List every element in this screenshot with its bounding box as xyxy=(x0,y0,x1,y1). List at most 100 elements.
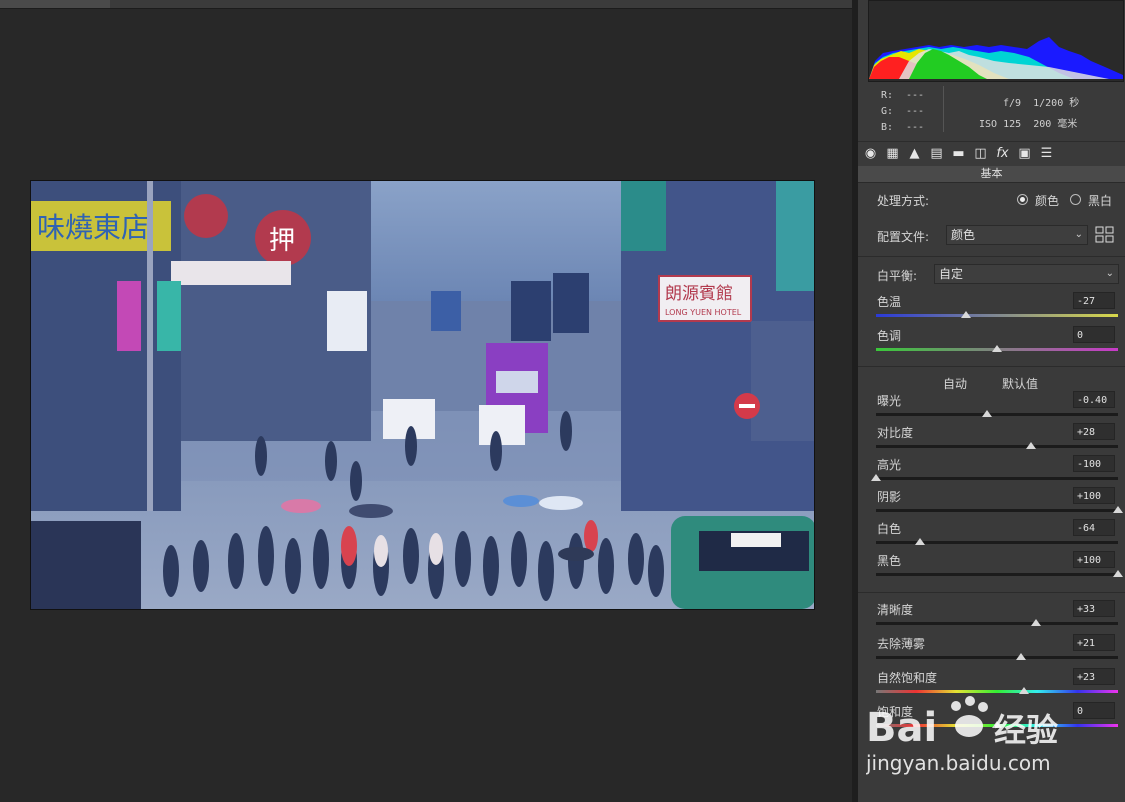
chevron-down-icon: ⌄ xyxy=(1105,268,1114,279)
contrast-slider-thumb[interactable] xyxy=(1025,442,1036,449)
section-divider xyxy=(858,592,1125,593)
whites-value-field[interactable]: -64 xyxy=(1073,519,1115,536)
blacks-value-field[interactable]: +100 xyxy=(1073,551,1115,568)
section-divider xyxy=(858,256,1125,257)
whites-slider-thumb[interactable] xyxy=(914,538,925,545)
profile-browser-icon[interactable] xyxy=(1095,225,1115,245)
highlights-label: 高光 xyxy=(877,458,902,472)
exposure-label: 曝光 xyxy=(877,394,902,408)
blacks-label: 黑色 xyxy=(877,554,902,568)
aperture: f/9 xyxy=(1003,98,1022,109)
default-link[interactable]: 默认值 xyxy=(1002,375,1038,392)
watermark-brand-2: 经验 xyxy=(994,711,1058,749)
white-balance-select[interactable]: 自定 ⌄ xyxy=(934,264,1119,284)
white-balance-value: 自定 xyxy=(939,267,964,281)
photo-preview[interactable]: 味燒東店 押 朗源賓館 LONG YUEN HOTEL xyxy=(30,180,815,610)
contrast-value-field[interactable]: +28 xyxy=(1073,423,1115,440)
sign-text-3: 朗源賓館 xyxy=(665,284,733,304)
tint-label: 色调 xyxy=(877,329,902,343)
readout-divider xyxy=(943,86,944,132)
basic-icon[interactable]: ◉ xyxy=(862,145,879,162)
sign-text-1: 味燒東店 xyxy=(37,211,149,244)
treatment-bw-label[interactable]: 黑白 xyxy=(1088,192,1112,209)
treatment-color-label[interactable]: 颜色 xyxy=(1035,192,1059,209)
iso: ISO 125 xyxy=(979,119,1022,130)
dehaze-label: 去除薄雾 xyxy=(877,637,926,651)
split-toning-icon[interactable]: ▬ xyxy=(950,145,967,162)
camera-calibration-icon[interactable]: ▣ xyxy=(1016,145,1033,162)
highlights-slider-track[interactable] xyxy=(876,477,1118,480)
highlights-value-field[interactable]: -100 xyxy=(1073,455,1115,472)
temp-slider-thumb[interactable] xyxy=(960,311,971,318)
temp-value-field[interactable]: -27 xyxy=(1073,292,1115,309)
document-tab-bar xyxy=(0,0,852,9)
camera-raw-panel: R: --- G: --- B: --- f/9 1/200 秒 ISO 125… xyxy=(858,0,1125,802)
contrast-slider-track[interactable] xyxy=(876,445,1118,448)
clarity-value-field[interactable]: +33 xyxy=(1073,600,1115,617)
tab-title: 基本 xyxy=(858,166,1125,183)
dehaze-value-field[interactable]: +21 xyxy=(1073,634,1115,651)
temp-slider-track[interactable] xyxy=(876,314,1118,317)
dehaze-slider-track[interactable] xyxy=(876,656,1118,659)
section-divider xyxy=(858,366,1125,367)
treatment-bw-radio[interactable] xyxy=(1070,194,1081,205)
hsl-icon[interactable]: ▤ xyxy=(928,145,945,162)
pixel-readout: R: --- G: --- B: --- f/9 1/200 秒 ISO 125… xyxy=(858,84,1125,136)
clarity-slider-track[interactable] xyxy=(876,622,1118,625)
presets-icon[interactable]: ☰ xyxy=(1038,145,1055,162)
lens-corrections-icon[interactable]: ◫ xyxy=(972,145,989,162)
white-balance-label: 白平衡: xyxy=(877,269,918,283)
sign-text-4: LONG YUEN HOTEL xyxy=(665,308,742,317)
exposure-value-field[interactable]: -0.40 xyxy=(1073,391,1115,408)
clarity-label: 清晰度 xyxy=(877,603,914,617)
highlights-slider-thumb[interactable] xyxy=(871,474,881,481)
tint-value-field[interactable]: 0 xyxy=(1073,326,1115,343)
iso-focal: ISO 125 200 毫米 xyxy=(979,115,1077,130)
whites-slider-track[interactable] xyxy=(876,541,1118,544)
sign-text-2: 押 xyxy=(269,226,295,256)
vibrance-value-field[interactable]: +23 xyxy=(1073,668,1115,685)
b-label: B: xyxy=(881,122,894,133)
chevron-down-icon: ⌄ xyxy=(1074,229,1083,240)
street-scene-image: 味燒東店 押 朗源賓館 LONG YUEN HOTEL xyxy=(31,181,814,609)
effects-icon[interactable]: fx xyxy=(994,145,1011,162)
temp-label: 色温 xyxy=(877,295,902,309)
whites-label: 白色 xyxy=(877,522,902,536)
saturation-value-field[interactable]: 0 xyxy=(1073,702,1115,719)
paw-icon xyxy=(951,696,988,737)
g-label: G: xyxy=(881,106,894,117)
vibrance-label: 自然饱和度 xyxy=(877,671,938,685)
shadows-value-field[interactable]: +100 xyxy=(1073,487,1115,504)
shadows-slider-track[interactable] xyxy=(876,509,1118,512)
watermark-url: jingyan.baidu.com xyxy=(866,751,1051,775)
profile-value: 颜色 xyxy=(951,228,976,242)
detail-icon[interactable]: ▲ xyxy=(906,145,923,162)
histogram xyxy=(868,0,1124,82)
shutter-speed: 1/200 秒 xyxy=(1033,98,1080,109)
profile-select[interactable]: 颜色 ⌄ xyxy=(946,225,1088,245)
exposure-slider-thumb[interactable] xyxy=(982,410,993,417)
blacks-slider-thumb[interactable] xyxy=(1113,570,1123,577)
document-tab[interactable] xyxy=(0,0,110,8)
panel-tabs: ◉ ▦ ▲ ▤ ▬ ◫ fx ▣ ☰ xyxy=(858,141,1125,166)
tone-curve-icon[interactable]: ▦ xyxy=(884,145,901,162)
treatment-label: 处理方式: xyxy=(877,194,930,208)
profile-label: 配置文件: xyxy=(877,230,930,244)
watermark-brand: Bai xyxy=(866,705,937,751)
r-value: --- xyxy=(906,90,925,101)
treatment-color-radio[interactable] xyxy=(1017,194,1028,205)
exposure-slider-track[interactable] xyxy=(876,413,1118,416)
shadows-slider-thumb[interactable] xyxy=(1113,506,1123,513)
auto-link[interactable]: 自动 xyxy=(943,375,967,392)
tint-slider-thumb[interactable] xyxy=(992,345,1002,352)
g-value: --- xyxy=(906,106,925,117)
blacks-slider-track[interactable] xyxy=(876,573,1118,576)
clarity-slider-thumb[interactable] xyxy=(1030,619,1041,626)
baidu-watermark: Bai 经验 jingyan.baidu.com xyxy=(865,686,1066,776)
b-value: --- xyxy=(906,122,925,133)
shadows-label: 阴影 xyxy=(877,490,902,504)
dehaze-slider-thumb[interactable] xyxy=(1016,653,1027,660)
contrast-label: 对比度 xyxy=(877,426,914,440)
r-label: R: xyxy=(881,90,894,101)
aperture-shutter: f/9 1/200 秒 xyxy=(1003,94,1079,109)
